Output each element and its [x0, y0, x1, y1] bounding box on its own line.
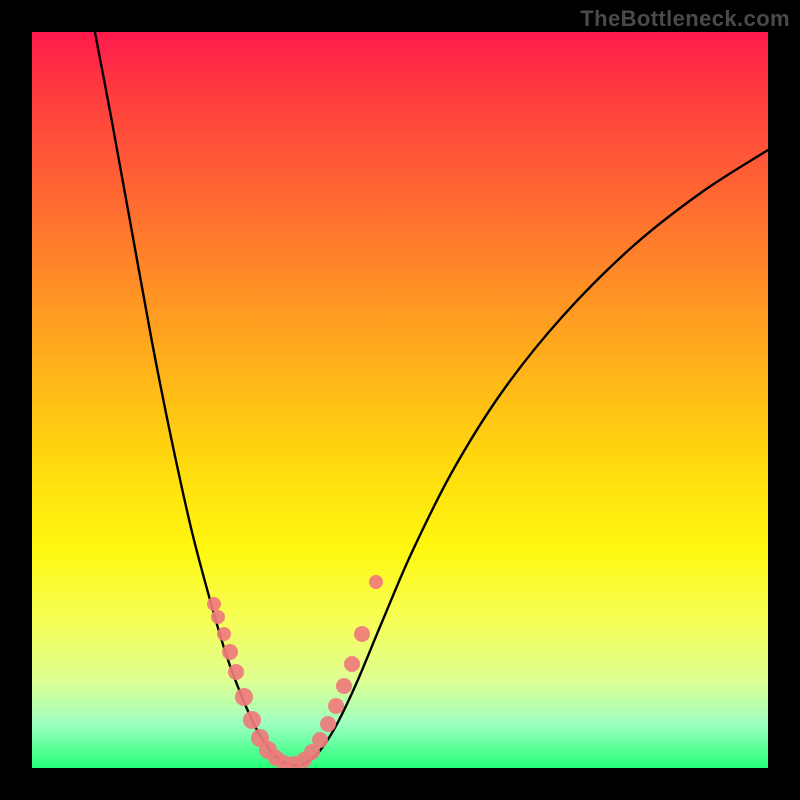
- data-point-marker: [243, 711, 261, 729]
- data-point-marker: [217, 627, 231, 641]
- data-point-marker: [344, 656, 360, 672]
- data-point-marker: [328, 698, 344, 714]
- data-point-marker: [235, 688, 253, 706]
- bottleneck-curve-svg: [32, 32, 768, 768]
- watermark-text: TheBottleneck.com: [580, 6, 790, 32]
- plot-area: [32, 32, 768, 768]
- bottleneck-curve: [93, 32, 768, 766]
- data-point-marker: [211, 610, 225, 624]
- data-point-marker: [354, 626, 370, 642]
- data-point-markers: [207, 575, 383, 768]
- chart-frame: TheBottleneck.com: [0, 0, 800, 800]
- data-point-marker: [312, 732, 328, 748]
- data-point-marker: [320, 716, 336, 732]
- data-point-marker: [336, 678, 352, 694]
- data-point-marker: [222, 644, 238, 660]
- data-point-marker: [369, 575, 383, 589]
- data-point-marker: [207, 597, 221, 611]
- data-point-marker: [228, 664, 244, 680]
